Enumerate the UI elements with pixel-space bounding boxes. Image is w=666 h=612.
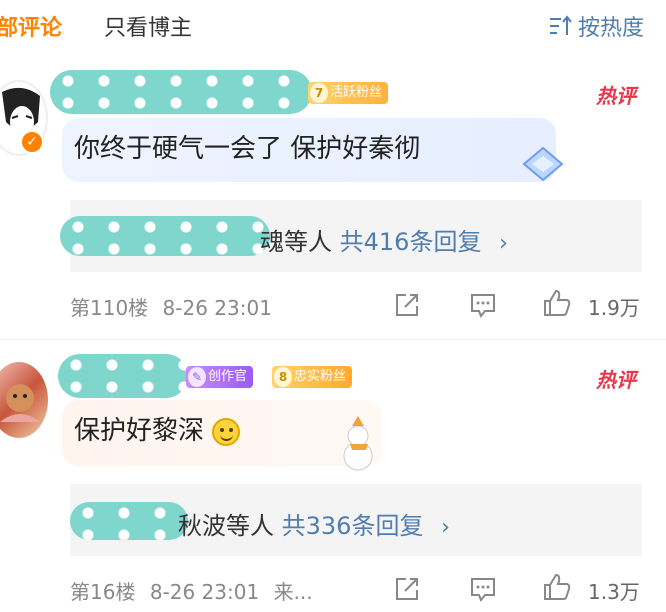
comment-text: 你终于硬气一会了 保护好秦彻 <box>74 134 421 164</box>
reply-summary: 秋波等人 共336条回复 › <box>178 506 450 541</box>
comment-divider <box>0 339 666 340</box>
creator-badge[interactable]: ✎ 创作官 <box>186 366 254 388</box>
fan-badge[interactable]: 7 活跃粉丝 <box>308 82 389 104</box>
creator-badge-label: 创作官 <box>208 369 248 384</box>
fan-badge-label: 活跃粉丝 <box>330 85 383 100</box>
fan-badge-label: 忠实粉丝 <box>294 369 347 384</box>
thumbs-up-icon <box>544 289 571 316</box>
reply-summary: 魂等人 共416条回复 › <box>260 222 508 257</box>
share-icon <box>396 578 418 600</box>
fan-level: 8 <box>274 367 292 387</box>
comment-text-bubble[interactable]: 你终于硬气一会了 保护好秦彻 <box>62 118 556 182</box>
replier-redacted <box>70 502 188 540</box>
comment-time: 8-26 23:01 <box>149 580 260 604</box>
comment-source: 来... <box>273 580 313 604</box>
fan-level: 7 <box>310 83 328 103</box>
like-count: 1.9万 <box>588 296 640 320</box>
reply-preview[interactable]: 魂等人 共416条回复 › <box>60 200 642 272</box>
like-button[interactable] <box>542 288 572 322</box>
floor-number: 第16楼 <box>70 580 136 604</box>
like-count: 1.3万 <box>588 580 640 604</box>
like-button[interactable] <box>542 572 572 606</box>
share-button[interactable] <box>392 290 422 324</box>
reply-count-link[interactable]: 共416条回复 <box>340 228 482 256</box>
username-redacted[interactable] <box>58 354 188 398</box>
comment-time: 8-26 23:01 <box>162 296 272 320</box>
hot-comment-badge: 热评 <box>596 84 636 108</box>
hot-comment-badge: 热评 <box>596 368 636 392</box>
reply-users-suffix: 秋波等人 <box>178 512 274 540</box>
comment-icon <box>471 294 495 318</box>
thumbs-up-icon <box>544 573 571 600</box>
sort-icon <box>549 15 572 35</box>
chevron-right-icon: › <box>499 231 508 256</box>
replier-redacted <box>60 216 270 256</box>
comment-text: 保护好黎深 <box>74 416 205 446</box>
floor-number: 第110楼 <box>70 296 149 320</box>
tab-all-comments[interactable]: 部评论 <box>0 10 62 42</box>
avatar-illustration-icon <box>0 384 40 422</box>
chevron-right-icon: › <box>441 515 450 540</box>
verified-badge-icon: ✓ <box>20 130 44 154</box>
username-redacted[interactable] <box>50 70 312 114</box>
tab-blogger-only[interactable]: 只看博主 <box>104 10 192 42</box>
reply-preview[interactable]: 秋波等人 共336条回复 › <box>70 484 642 556</box>
sort-label: 按热度 <box>577 16 644 41</box>
comment-icon <box>471 578 495 602</box>
share-button[interactable] <box>392 574 422 608</box>
avatar[interactable] <box>0 362 48 438</box>
reply-users-suffix: 魂等人 <box>260 228 332 256</box>
comment-button[interactable] <box>468 574 498 608</box>
creator-badge-icon: ✎ <box>188 367 206 387</box>
comment-tabs: 部评论 只看博主 按热度 <box>0 0 666 50</box>
comment-meta: 第110楼 8-26 23:01 <box>70 292 272 321</box>
smiley-emoji-icon <box>212 417 241 446</box>
sort-by-heat-button[interactable]: 按热度 <box>548 10 644 42</box>
comment-button[interactable] <box>468 290 498 324</box>
share-icon <box>396 294 418 316</box>
fan-badge[interactable]: 8 忠实粉丝 <box>272 366 353 388</box>
diamond-decoration-icon <box>522 146 564 182</box>
reply-count-link[interactable]: 共336条回复 <box>282 512 424 540</box>
comment-meta: 第16楼 8-26 23:01 来... <box>70 576 313 605</box>
snowman-decoration-icon <box>343 416 373 471</box>
